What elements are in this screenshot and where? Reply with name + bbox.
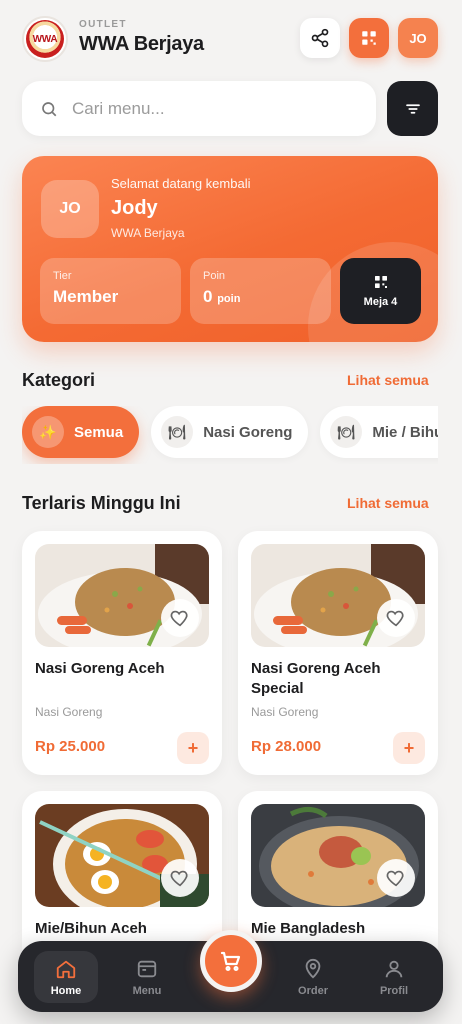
nav-order[interactable]: Order	[281, 951, 345, 1003]
cart-icon	[220, 951, 241, 972]
qr-code-icon	[374, 276, 387, 288]
table-button[interactable]: Meja 4	[340, 258, 421, 324]
points-label: Poin	[203, 270, 226, 282]
logo-badge: WWA	[26, 20, 64, 58]
bestsellers-title: Terlaris Minggu Ini	[22, 493, 181, 513]
category-chip-semua[interactable]: ✨ Semua	[22, 406, 140, 458]
heart-icon	[170, 610, 188, 627]
sparkle-icon: ✨	[32, 416, 64, 448]
nav-menu[interactable]: Menu	[115, 951, 179, 1003]
filter-icon	[405, 103, 420, 114]
product-image	[251, 544, 425, 647]
category-chip-list: ✨ Semua 🍽 Nasi Goreng 🍽 Mie / Bihun	[22, 406, 438, 464]
heart-icon	[386, 870, 404, 887]
nav-label: Menu	[132, 984, 162, 997]
outlet-name: WWA Berjaya	[79, 33, 204, 55]
plate-icon: 🍽	[161, 416, 194, 448]
chip-label: Nasi Goreng	[203, 423, 293, 441]
product-image	[251, 804, 425, 907]
tier-value: Member	[53, 287, 119, 306]
points-box: Poin 0 poin	[190, 258, 331, 324]
product-image	[35, 804, 209, 907]
welcome-outlet: WWA Berjaya	[111, 226, 185, 240]
qr-scan-button[interactable]	[349, 18, 389, 58]
categories-see-all-link[interactable]: Lihat semua	[347, 372, 429, 388]
product-name: Nasi Goreng Aceh Special	[251, 660, 381, 697]
tier-box: Tier Member	[40, 258, 181, 324]
points-value: 0	[203, 287, 213, 306]
product-card[interactable]: Nasi Goreng Aceh Special Nasi Goreng Rp …	[238, 531, 438, 775]
tier-label: Tier	[53, 270, 72, 282]
heart-icon	[170, 870, 188, 887]
favorite-button[interactable]	[377, 859, 415, 897]
welcome-avatar: JO	[41, 180, 99, 238]
search-bar[interactable]	[22, 81, 376, 136]
table-label: Meja 4	[363, 296, 398, 308]
chip-label: Mie / Bihun	[372, 423, 438, 441]
product-price: Rp 25.000	[35, 738, 106, 755]
product-name: Nasi Goreng Aceh	[35, 660, 165, 677]
menu-icon	[137, 960, 157, 977]
plus-icon: +	[403, 737, 415, 758]
add-to-cart-button[interactable]: +	[393, 732, 425, 764]
location-pin-icon	[305, 958, 321, 979]
welcome-greeting: Selamat datang kembali	[111, 176, 251, 191]
filter-button[interactable]	[387, 81, 438, 136]
search-icon	[42, 101, 57, 116]
favorite-button[interactable]	[161, 599, 199, 637]
product-image	[35, 544, 209, 647]
category-chip-mie-bihun[interactable]: 🍽 Mie / Bihun	[320, 406, 438, 458]
nav-label: Profil	[379, 984, 409, 997]
welcome-card: JO Selamat datang kembali Jody WWA Berja…	[22, 156, 438, 342]
outlet-logo: WWA	[22, 16, 68, 62]
plus-icon: +	[187, 737, 199, 758]
nav-profil[interactable]: Profil	[362, 951, 426, 1003]
points-value-row: 0 poin	[203, 287, 318, 307]
nav-label: Order	[298, 984, 328, 997]
qr-code-icon	[362, 31, 376, 45]
favorite-button[interactable]	[161, 859, 199, 897]
product-category: Nasi Goreng	[251, 705, 319, 719]
share-icon	[311, 28, 329, 48]
search-input[interactable]	[72, 98, 342, 119]
product-price: Rp 28.000	[251, 738, 322, 755]
chip-label: Semua	[74, 423, 124, 441]
add-to-cart-button[interactable]: +	[177, 732, 209, 764]
nav-home[interactable]: Home	[34, 951, 98, 1003]
outlet-label: OUTLET	[79, 19, 127, 30]
welcome-name: Jody	[111, 197, 158, 219]
cart-button[interactable]	[200, 930, 262, 992]
home-icon	[56, 960, 76, 978]
categories-title: Kategori	[22, 370, 96, 390]
bestsellers-see-all-link[interactable]: Lihat semua	[347, 495, 429, 511]
user-icon	[385, 960, 403, 977]
points-unit: poin	[217, 293, 241, 305]
user-avatar-button[interactable]: JO	[398, 18, 438, 58]
heart-icon	[386, 610, 404, 627]
product-card[interactable]: Nasi Goreng Aceh Nasi Goreng Rp 25.000 +	[22, 531, 222, 775]
nav-label: Home	[50, 984, 82, 997]
category-chip-nasi-goreng[interactable]: 🍽 Nasi Goreng	[151, 406, 309, 458]
product-category: Nasi Goreng	[35, 705, 103, 719]
favorite-button[interactable]	[377, 599, 415, 637]
plate-icon: 🍽	[330, 416, 363, 448]
share-button[interactable]	[300, 18, 340, 58]
